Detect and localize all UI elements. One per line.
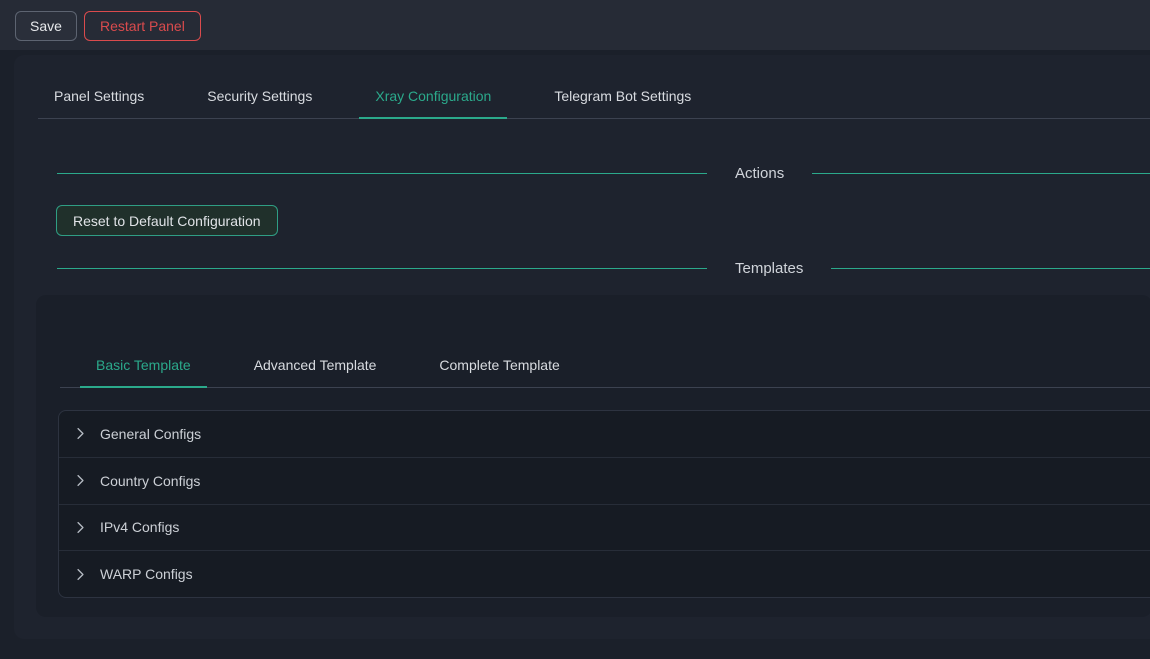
save-button[interactable]: Save <box>15 11 77 41</box>
chevron-right-icon <box>73 520 87 534</box>
collapse-panel-ipv4-configs[interactable]: IPv4 Configs <box>59 504 1150 551</box>
divider-line <box>831 268 1150 269</box>
divider-line <box>812 173 1150 174</box>
top-toolbar: Save Restart Panel <box>0 0 1150 50</box>
chevron-right-icon <box>73 567 87 581</box>
reset-default-config-button[interactable]: Reset to Default Configuration <box>56 205 278 236</box>
tab-panel-settings[interactable]: Panel Settings <box>38 74 160 118</box>
chevron-right-icon <box>73 474 87 488</box>
chevron-right-icon <box>73 427 87 441</box>
collapse-panel-warp-configs[interactable]: WARP Configs <box>59 550 1150 597</box>
divider-line <box>57 268 707 269</box>
templates-section-divider: Templates <box>57 258 1150 278</box>
collapse-panel-label: WARP Configs <box>100 566 193 582</box>
templates-card: Basic Template Advanced Template Complet… <box>36 295 1150 617</box>
divider-line <box>57 173 707 174</box>
tab-basic-template[interactable]: Basic Template <box>80 342 207 387</box>
restart-panel-button[interactable]: Restart Panel <box>84 11 201 41</box>
collapse-panel-country-configs[interactable]: Country Configs <box>59 457 1150 504</box>
config-collapse-list: General Configs Country Configs IPv4 Con… <box>58 410 1150 598</box>
settings-tab-bar: Panel Settings Security Settings Xray Co… <box>38 74 1150 119</box>
collapse-panel-label: Country Configs <box>100 473 200 489</box>
templates-divider-label: Templates <box>735 260 803 277</box>
collapse-panel-label: IPv4 Configs <box>100 519 179 535</box>
tab-security-settings[interactable]: Security Settings <box>191 74 328 118</box>
app-window: Save Restart Panel Panel Settings Securi… <box>0 0 1150 659</box>
tab-xray-configuration[interactable]: Xray Configuration <box>359 74 507 118</box>
tab-complete-template[interactable]: Complete Template <box>423 342 575 387</box>
settings-card: Panel Settings Security Settings Xray Co… <box>14 55 1150 639</box>
actions-divider-label: Actions <box>735 165 784 182</box>
actions-section-divider: Actions <box>57 163 1150 183</box>
template-tab-bar: Basic Template Advanced Template Complet… <box>60 342 1150 388</box>
collapse-panel-label: General Configs <box>100 426 201 442</box>
tab-telegram-bot-settings[interactable]: Telegram Bot Settings <box>538 74 707 118</box>
tab-advanced-template[interactable]: Advanced Template <box>238 342 393 387</box>
collapse-panel-general-configs[interactable]: General Configs <box>59 411 1150 457</box>
